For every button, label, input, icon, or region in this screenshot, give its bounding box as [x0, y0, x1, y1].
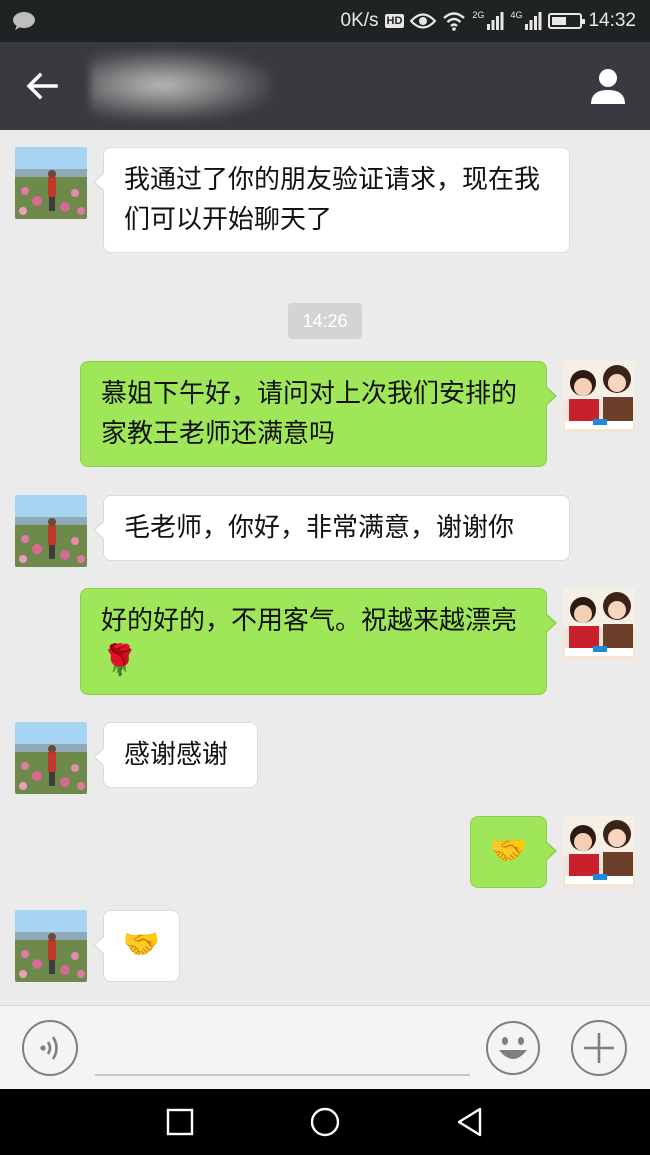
back-arrow-icon[interactable] [22, 66, 62, 106]
handshake-icon: 🤝 [122, 927, 161, 962]
network-type-2: 4G [510, 10, 523, 20]
plus-button[interactable] [571, 1020, 627, 1076]
contact-avatar[interactable] [15, 147, 87, 219]
message-text: 感谢感谢 [124, 740, 229, 770]
signal-icon [487, 12, 504, 30]
square-recent-icon[interactable] [164, 1106, 196, 1138]
my-avatar[interactable] [563, 816, 635, 888]
signal-icon [525, 12, 542, 30]
triangle-back-icon[interactable] [454, 1106, 486, 1138]
title-bar [0, 42, 650, 130]
message-bubble-outgoing[interactable]: 慕姐下午好，请问对上次我们安排的家教王老师还满意吗 [80, 361, 557, 467]
message-bubble-incoming[interactable]: 我通过了你的朋友验证请求，现在我们可以开始聊天了 [93, 147, 570, 253]
message-notification-icon [13, 12, 35, 30]
message-bubble-outgoing[interactable]: 好的好的，不用客气。祝越来越漂亮 🌹 [80, 588, 557, 695]
plus-icon [584, 1033, 614, 1063]
person-icon[interactable] [588, 66, 628, 106]
hd-badge: HD [384, 14, 405, 28]
navigation-bar [0, 1089, 650, 1155]
message-text: 好的好的，不用客气。祝越来越漂亮 [101, 606, 518, 636]
battery-icon [548, 13, 586, 29]
message-bubble-incoming[interactable]: 🤝 [93, 910, 180, 982]
contact-avatar[interactable] [15, 495, 87, 567]
circle-home-icon[interactable] [309, 1106, 341, 1138]
battery-level [552, 17, 567, 25]
smiley-icon[interactable] [485, 1020, 541, 1076]
network-type-1: 2G [472, 10, 485, 20]
message-text: 慕姐下午好，请问对上次我们安排的家教王老师还满意吗 [101, 379, 518, 449]
voice-button[interactable] [22, 1020, 78, 1076]
chat-area[interactable]: 我通过了你的朋友验证请求，现在我们可以开始聊天了 14:26 慕姐下午好，请问对… [0, 130, 650, 1005]
message-input[interactable] [95, 1074, 470, 1076]
message-bubble-incoming[interactable]: 感谢感谢 [93, 722, 258, 788]
status-bar: 0K/s HD 2G 4G 14:32 [0, 0, 650, 42]
handshake-icon: 🤝 [489, 833, 528, 868]
contact-avatar[interactable] [15, 722, 87, 794]
clock: 14:32 [588, 10, 636, 31]
my-avatar[interactable] [563, 588, 635, 660]
contact-avatar[interactable] [15, 910, 87, 982]
message-text: 毛老师，你好，非常满意，谢谢你 [124, 513, 515, 543]
network-speed: 0K/s [340, 10, 379, 31]
blurred-contact-name [90, 50, 270, 120]
wifi-icon [443, 12, 466, 31]
timestamp-label: 14:26 [288, 303, 362, 339]
voice-icon [40, 1036, 58, 1060]
message-bubble-incoming[interactable]: 毛老师，你好，非常满意，谢谢你 [93, 495, 570, 561]
input-bar [0, 1005, 650, 1089]
eye-icon [410, 13, 437, 29]
rose-icon: 🌹 [101, 643, 139, 678]
message-text: 我通过了你的朋友验证请求，现在我们可以开始聊天了 [124, 165, 541, 235]
message-bubble-outgoing[interactable]: 🤝 [470, 816, 557, 888]
my-avatar[interactable] [563, 361, 635, 433]
